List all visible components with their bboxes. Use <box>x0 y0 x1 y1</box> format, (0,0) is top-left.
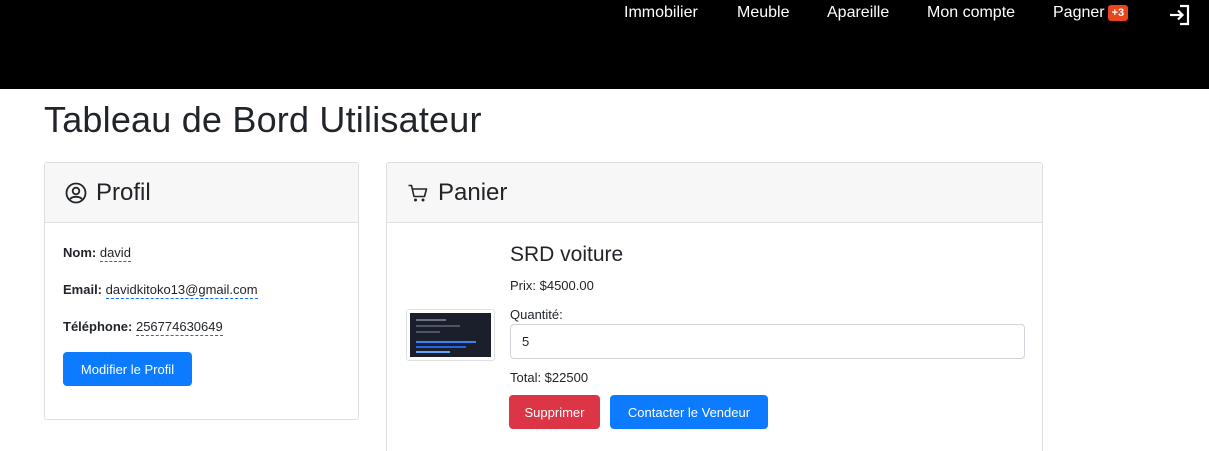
nav-item-meuble[interactable]: Meuble <box>737 4 789 22</box>
product-price: Prix: $4500.00 <box>510 278 594 293</box>
nav-item-immobilier[interactable]: Immobilier <box>624 4 698 22</box>
profile-name-row: Nom: david <box>63 245 131 262</box>
email-label: Email: <box>63 282 103 297</box>
phone-label: Téléphone: <box>63 319 133 334</box>
nav-item-mon-compte[interactable]: Mon compte <box>927 4 1015 22</box>
cart-title: Panier <box>438 178 508 206</box>
name-label: Nom: <box>63 245 97 260</box>
name-value[interactable]: david <box>99 245 131 262</box>
nav-item-cart[interactable]: Pagner +3 <box>1053 4 1129 22</box>
delete-button[interactable]: Supprimer <box>509 395 600 429</box>
cart-icon <box>408 184 428 201</box>
nav-item-apareille[interactable]: Apareille <box>827 4 889 22</box>
profile-title: Profil <box>96 178 151 206</box>
profile-card: Profil Nom: david Email: davidkitoko13@g… <box>44 162 359 420</box>
profile-phone-row: Téléphone: 256774630649 <box>63 319 223 336</box>
page-title: Tableau de Bord Utilisateur <box>44 99 482 140</box>
quantity-label: Quantité: <box>510 307 563 322</box>
product-title: SRD voiture <box>510 243 624 266</box>
top-navbar: Immobilier Meuble Apareille Mon compte P… <box>0 0 1209 89</box>
edit-profile-button[interactable]: Modifier le Profil <box>63 352 192 386</box>
cart-card-header: Panier <box>387 163 1042 223</box>
contact-seller-button[interactable]: Contacter le Vendeur <box>610 395 768 429</box>
profile-card-header: Profil <box>45 163 358 223</box>
nav-cart-label: Pagner <box>1053 4 1105 21</box>
cart-count-badge: +3 <box>1107 5 1129 21</box>
cart-card: Panier SRD voiture Prix: $4500.00 Quanti… <box>386 162 1043 451</box>
product-thumbnail <box>406 309 495 361</box>
product-total: Total: $22500 <box>510 370 589 385</box>
user-circle-icon <box>65 182 87 203</box>
quantity-input[interactable]: 5 <box>510 324 1025 359</box>
product-image <box>410 313 491 357</box>
phone-value[interactable]: 256774630649 <box>135 319 223 336</box>
email-value[interactable]: davidkitoko13@gmail.com <box>105 282 258 299</box>
logout-icon[interactable] <box>1168 3 1192 27</box>
profile-email-row: Email: davidkitoko13@gmail.com <box>63 282 258 299</box>
